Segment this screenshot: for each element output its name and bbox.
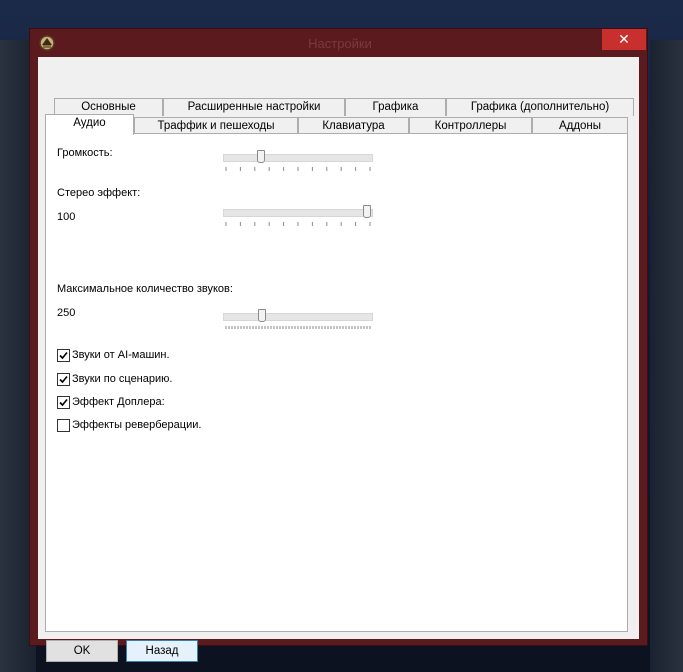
max-sounds-slider[interactable]: [223, 309, 373, 335]
volume-label: Громкость:: [57, 147, 113, 159]
slider-track: [223, 313, 373, 321]
tab-advanced-settings[interactable]: Расширенные настройки: [163, 98, 345, 116]
checkbox-box[interactable]: [57, 419, 70, 432]
checkbox-label: Звуки от AI-машин.: [72, 349, 170, 361]
dialog-client-area: Основные Расширенные настройки Графика Г…: [38, 57, 639, 662]
slider-thumb[interactable]: [258, 309, 266, 322]
checkbox-box[interactable]: [57, 396, 70, 409]
back-button[interactable]: Назад: [126, 640, 198, 662]
slider-track: [223, 209, 373, 217]
checkbox-label: Эффекты реверберации.: [72, 419, 202, 431]
checkbox-label: Звуки по сценарию.: [72, 373, 173, 385]
slider-ticks: [225, 167, 371, 171]
close-icon: ✕: [618, 31, 630, 47]
checkmark-icon: [59, 351, 68, 360]
tab-graphics[interactable]: Графика: [345, 98, 446, 116]
slider-ticks: [225, 222, 371, 226]
ok-button[interactable]: OK: [46, 640, 118, 662]
volume-slider[interactable]: [223, 150, 373, 176]
app-logo-icon: [39, 35, 55, 51]
window-title: Настройки: [308, 36, 372, 51]
tab-audio[interactable]: Аудио: [45, 114, 134, 135]
checkmark-icon: [59, 375, 68, 384]
slider-ticks: [225, 326, 371, 329]
audio-panel: Громкость: Стерео эффект: 100 Максимальн…: [45, 133, 628, 632]
stereo-label: Стерео эффект:: [57, 187, 141, 199]
max-sounds-value: 250: [57, 307, 76, 319]
settings-window: Настройки ✕ Основные Расширенные настрой…: [29, 28, 648, 662]
close-button[interactable]: ✕: [602, 29, 646, 50]
slider-thumb[interactable]: [257, 150, 265, 163]
checkbox-box[interactable]: [57, 349, 70, 362]
slider-thumb[interactable]: [363, 205, 371, 218]
max-sounds-label: Максимальное количество звуков:: [57, 283, 233, 295]
desktop-background-right: [650, 40, 683, 672]
stereo-value: 100: [57, 211, 76, 223]
tab-graphics-advanced[interactable]: Графика (дополнительно): [446, 98, 634, 116]
checkbox-label: Эффект Доплера:: [72, 396, 165, 408]
checkmark-icon: [59, 398, 68, 407]
checkbox-box[interactable]: [57, 373, 70, 386]
stereo-slider[interactable]: [223, 205, 373, 231]
title-bar[interactable]: Настройки ✕: [30, 29, 647, 57]
slider-track: [223, 154, 373, 162]
